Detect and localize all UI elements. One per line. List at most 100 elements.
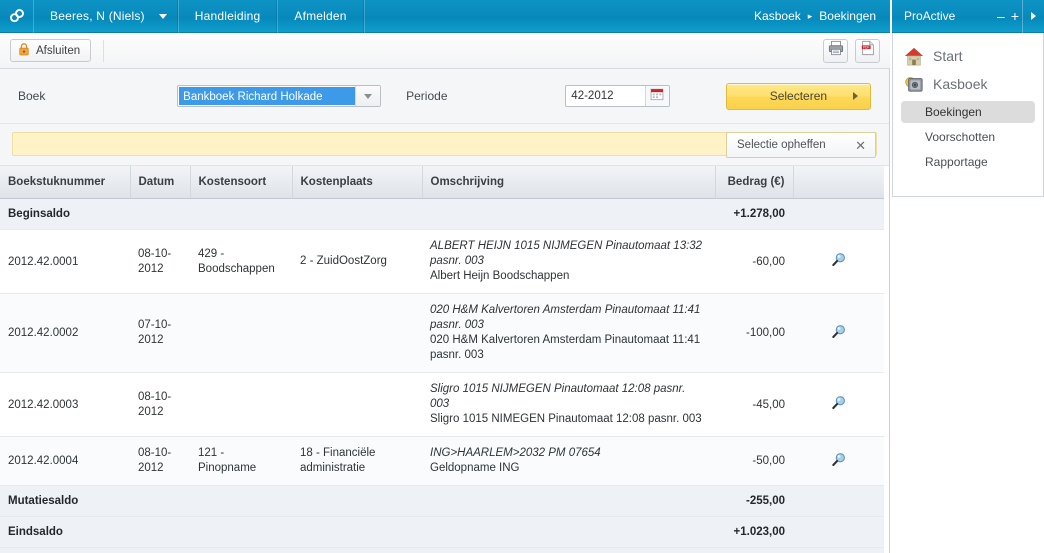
sidebar-item-boekingen-label: Boekingen (925, 105, 982, 119)
table-row[interactable]: 2012.42.0002 07-10- 2012 020 H&M Kalvertore… (0, 293, 884, 373)
boek-select-toggle[interactable] (355, 86, 381, 106)
notice-bar-wrap: Selectie opheffen ✕ (0, 124, 889, 166)
cell-kostenplaats: 2 - ZuidOostZorg (292, 229, 422, 294)
breadcrumb-current[interactable]: Boekingen (819, 9, 876, 23)
cell-omschrijving: ALBERT HEIJN 1015 NIJMEGEN Pinautomaat 1… (422, 229, 715, 294)
sidebar-item-start[interactable]: Start (893, 42, 1043, 70)
safe-icon (903, 74, 925, 94)
chevron-down-icon (158, 13, 167, 19)
magnifier-icon[interactable] (831, 324, 847, 343)
description-line: 020 H&M Kalvertoren Amsterdam Pinautomaa… (430, 304, 701, 316)
summary-actions (793, 198, 884, 230)
summary-amount: +1.023,00 (715, 516, 793, 548)
col-omschrijving[interactable]: Omschrijving (422, 166, 716, 199)
clear-selection-button[interactable]: Selectie opheffen ✕ (726, 132, 876, 158)
sidebar-item-voorschotten-label: Voorschotten (925, 130, 996, 144)
maximize-button[interactable]: + (1008, 9, 1022, 23)
magnifier-icon[interactable] (831, 253, 847, 271)
table-summary-row: Totaalsaldo+1.213,00 (0, 547, 884, 553)
col-kostensoort[interactable]: Kostensoort (190, 166, 293, 199)
cell-kostensoort (190, 293, 292, 373)
row-detail-button[interactable] (793, 229, 884, 294)
cell-omschrijving: Sligro 1015 NIJMEGEN Pinautomaat 12:08 p… (422, 372, 715, 437)
action-toolbar: Afsluiten PDF (0, 33, 890, 69)
col-actions (793, 166, 884, 199)
boek-select[interactable]: Bankboek Richard Holkade (177, 85, 382, 107)
summary-actions (793, 485, 884, 517)
user-menu-label: Beeres, N (Niels) (50, 9, 145, 23)
minimize-button[interactable]: – (994, 9, 1008, 23)
notice-bar: Selectie opheffen ✕ (12, 132, 877, 158)
print-button[interactable] (823, 38, 848, 63)
col-kostenplaats[interactable]: Kostenplaats (292, 166, 423, 199)
cell-kostenplaats: 18 - Financiële administratie (292, 436, 422, 486)
select-button-label: Selecteren (769, 89, 828, 103)
close-button[interactable]: Afsluiten (10, 39, 92, 62)
magnifier-icon[interactable] (831, 452, 847, 471)
table-body: Beginsaldo +1.278,00 2012.42.0001 08-10- 201… (0, 198, 884, 553)
breadcrumb: Kasboek ▸ Boekingen (744, 0, 890, 33)
cell-datum: 07-10- 2012 (130, 293, 190, 373)
breadcrumb-separator-icon: ▸ (807, 10, 813, 21)
export-pdf-button[interactable]: PDF (855, 38, 880, 63)
cell-bedrag: -45,00 (715, 372, 793, 437)
cell-bedrag: -50,00 (715, 436, 793, 486)
bookings-table: Boekstuknummer Datum Kostensoort Kostenp… (0, 166, 884, 553)
toolbar-divider (103, 39, 105, 62)
nav-afmelden[interactable]: Afmelden (277, 0, 364, 33)
description-line: ING>HAARLEM>2032 PM 07654 (430, 447, 601, 459)
sidebar-item-voorschotten[interactable]: Voorschotten (901, 126, 1035, 148)
description-line: pasnr. 003 (430, 255, 484, 267)
boek-label: Boek (18, 89, 46, 103)
cell-kostenplaats (292, 293, 422, 373)
cell-kostenplaats (292, 372, 422, 437)
nav-handleiding[interactable]: Handleiding (177, 0, 278, 33)
row-detail-button[interactable] (793, 436, 884, 486)
periode-input[interactable]: 42-2012 (566, 86, 644, 106)
row-detail-button[interactable] (793, 372, 884, 437)
select-button[interactable]: Selecteren (725, 82, 872, 110)
topbar-spacer (363, 0, 744, 33)
cell-boekstuknummer: 2012.42.0002 (0, 293, 130, 373)
col-bedrag[interactable]: Bedrag (€) (715, 166, 794, 199)
cell-datum: 08-10- 2012 (130, 436, 190, 486)
chevron-right-icon (1031, 12, 1036, 20)
chevron-right-icon (853, 92, 859, 100)
user-menu-button[interactable]: Beeres, N (Niels) (33, 0, 178, 33)
cell-boekstuknummer: 2012.42.0001 (0, 229, 130, 294)
table-row[interactable]: 2012.42.0004 08-10- 2012 121 - Pinopname 18 … (0, 436, 884, 486)
breadcrumb-root[interactable]: Kasboek (754, 9, 801, 23)
table-row[interactable]: 2012.42.0001 08-10- 2012 429 - Boodschappen… (0, 229, 884, 294)
cell-datum: 08-10- 2012 (130, 229, 190, 294)
summary-actions (793, 516, 884, 548)
cell-kostensoort (190, 372, 292, 437)
table-summary-row: Beginsaldo +1.278,00 (0, 198, 884, 230)
col-boekstuknummer[interactable]: Boekstuknummer (0, 166, 131, 199)
sidebar-item-boekingen[interactable]: Boekingen (901, 101, 1035, 123)
calendar-button[interactable] (644, 86, 669, 106)
cell-kostensoort: 121 - Pinopname (190, 436, 292, 486)
proactive-panel-body: Start Kasboek Boekingen Voorschotten Rap… (892, 33, 1044, 197)
summary-label: Mutatiesaldo (0, 485, 715, 517)
sidebar-item-rapportage-label: Rapportage (925, 155, 988, 169)
nav-afmelden-label: Afmelden (294, 9, 347, 23)
lock-icon (18, 42, 30, 59)
cell-boekstuknummer: 2012.42.0003 (0, 372, 130, 437)
proactive-side-panel: ProActive – + Start Kasboek Boekingen Vo… (892, 0, 1044, 197)
summary-amount: +1.213,00 (715, 547, 793, 553)
chevron-down-icon (364, 93, 373, 99)
close-icon[interactable]: ✕ (855, 139, 866, 152)
periode-input-group[interactable]: 42-2012 (565, 85, 670, 107)
panel-expand-button[interactable] (1022, 0, 1044, 33)
sidebar-item-rapportage[interactable]: Rapportage (901, 151, 1035, 173)
proactive-panel-title: ProActive (904, 9, 956, 23)
sidebar-item-start-label: Start (933, 48, 963, 64)
col-datum[interactable]: Datum (130, 166, 191, 199)
cell-omschrijving: ING>HAARLEM>2032 PM 07654 Geldopname ING (422, 436, 715, 486)
summary-amount: -255,00 (715, 485, 793, 517)
magnifier-icon[interactable] (831, 396, 847, 414)
table-row[interactable]: 2012.42.0003 08-10- 2012 Sligro 1015 NIJMEG… (0, 372, 884, 437)
row-detail-button[interactable] (793, 293, 884, 373)
sidebar-item-kasboek[interactable]: Kasboek (893, 70, 1043, 98)
summary-label: Totaalsaldo (0, 547, 715, 553)
